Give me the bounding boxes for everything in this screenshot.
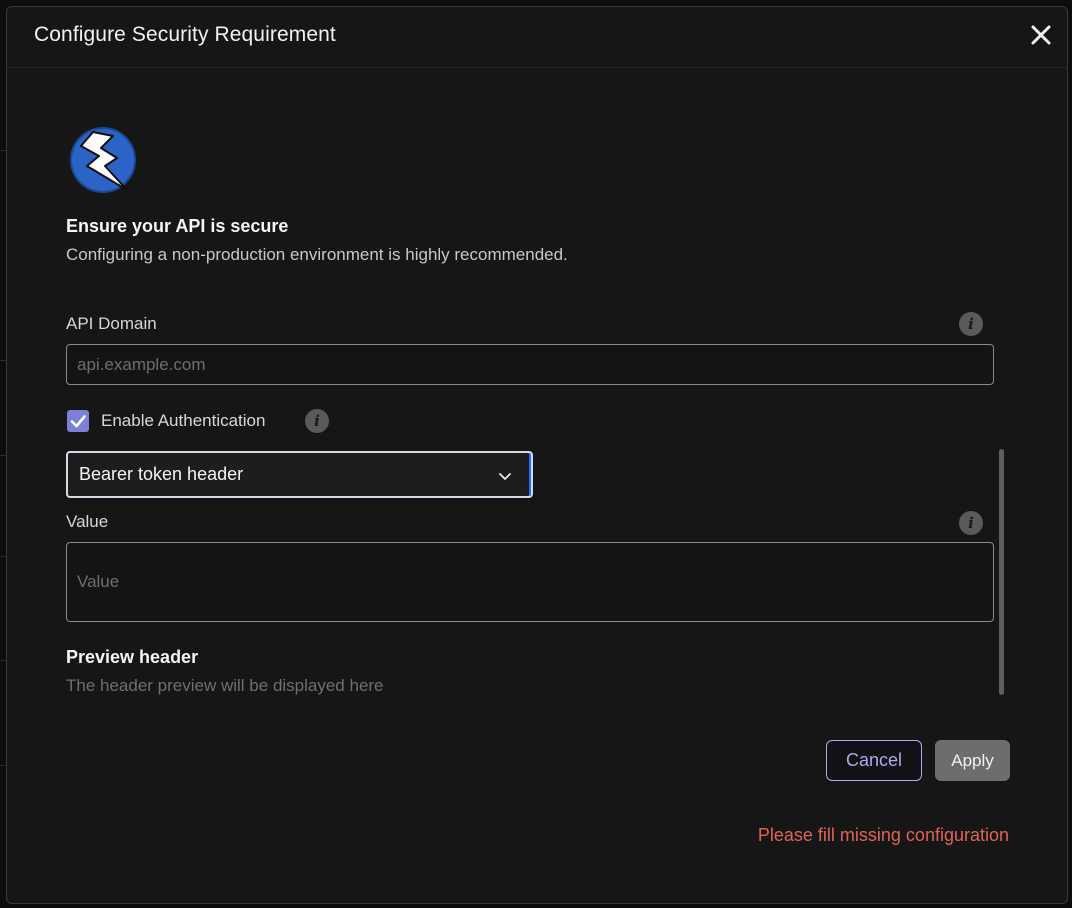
preview-header-title: Preview header (66, 647, 199, 667)
value-label: Value (66, 512, 109, 531)
dialog-header: Configure Security Requirement (7, 7, 1067, 68)
api-domain-input[interactable] (66, 344, 994, 385)
info-icon[interactable]: i (959, 511, 983, 535)
intro-headline: Ensure your API is secure (66, 216, 289, 236)
dialog-title: Configure Security Requirement (34, 23, 336, 46)
info-icon[interactable]: i (959, 312, 983, 336)
preview-header-text: The header preview will be displayed her… (66, 676, 384, 695)
chevron-down-icon (499, 473, 511, 480)
checkmark-icon (70, 415, 86, 428)
cancel-button[interactable]: Cancel (826, 740, 922, 781)
enable-authentication-checkbox[interactable] (67, 410, 89, 432)
close-button[interactable] (1029, 23, 1053, 47)
value-input[interactable] (66, 542, 994, 622)
close-icon (1031, 25, 1051, 45)
security-requirement-dialog: Configure Security Requirement Ensure yo… (6, 6, 1068, 904)
intro-subline: Configuring a non-production environment… (66, 245, 568, 264)
scrollbar[interactable] (999, 449, 1004, 695)
apply-button[interactable]: Apply (935, 740, 1010, 781)
error-message: Please fill missing configuration (757, 825, 1009, 845)
lightning-bolt-logo (65, 122, 141, 198)
api-domain-label: API Domain (66, 314, 157, 333)
enable-authentication-label: Enable Authentication (101, 411, 266, 430)
auth-method-select[interactable]: Bearer token header (66, 451, 533, 498)
auth-method-selected-value: Bearer token header (79, 464, 244, 484)
info-icon[interactable]: i (305, 409, 329, 433)
